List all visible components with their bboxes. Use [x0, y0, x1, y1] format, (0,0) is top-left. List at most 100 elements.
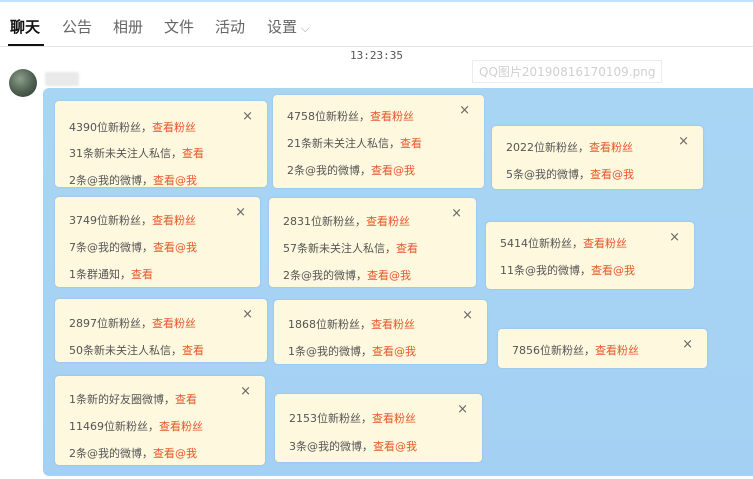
notification-row: 2条@我的微博，查看@我: [69, 172, 197, 188]
tab-announcement[interactable]: 公告: [62, 16, 92, 37]
notification-link[interactable]: 查看@我: [153, 447, 197, 460]
tab-settings-label: 设置: [267, 18, 298, 36]
close-icon[interactable]: ×: [682, 337, 693, 352]
notification-text: 1868位新粉丝，: [288, 318, 371, 331]
notification-row: 2153位新粉丝，查看粉丝: [289, 410, 416, 426]
notification-row: 2条@我的微博，查看@我: [69, 445, 197, 461]
notification-card: 3749位新粉丝，查看粉丝 7条@我的微博，查看@我 1条群通知，查看 ×: [55, 197, 260, 287]
notification-text: 57条新未关注人私信，: [283, 242, 396, 255]
close-icon[interactable]: ×: [462, 308, 473, 323]
close-icon[interactable]: ×: [459, 103, 470, 118]
chevron-down-icon: ⌵: [301, 22, 310, 35]
notification-text: 2条@我的微博，: [69, 447, 153, 460]
close-icon[interactable]: ×: [242, 307, 253, 322]
notification-link[interactable]: 查看: [182, 344, 204, 357]
notification-link[interactable]: 查看@我: [153, 241, 197, 254]
notification-link[interactable]: 查看@我: [367, 269, 411, 282]
notification-link[interactable]: 查看: [131, 268, 153, 281]
notification-link[interactable]: 查看: [182, 147, 204, 160]
notification-row: 2条@我的微博，查看@我: [287, 162, 415, 178]
notification-row: 5414位新粉丝，查看粉丝: [500, 235, 627, 251]
notification-link[interactable]: 查看@我: [590, 168, 634, 181]
notification-text: 1条群通知，: [69, 268, 131, 281]
notification-link[interactable]: 查看粉丝: [152, 121, 196, 134]
notification-link[interactable]: 查看: [400, 137, 422, 150]
notification-link[interactable]: 查看粉丝: [372, 412, 416, 425]
notification-text: 1条@我的微博，: [288, 345, 372, 358]
notification-link[interactable]: 查看粉丝: [152, 214, 196, 227]
notification-link[interactable]: 查看@我: [153, 174, 197, 187]
notification-link[interactable]: 查看粉丝: [159, 420, 203, 433]
notification-row: 1条新的好友圈微博，查看: [69, 391, 197, 407]
notification-text: 2897位新粉丝，: [69, 317, 152, 330]
notification-text: 5414位新粉丝，: [500, 237, 583, 250]
close-icon[interactable]: ×: [451, 206, 462, 221]
notification-text: 21条新未关注人私信，: [287, 137, 400, 150]
notification-card: 2022位新粉丝，查看粉丝 5条@我的微博，查看@我 ×: [492, 126, 703, 189]
notification-text: 50条新未关注人私信，: [69, 344, 182, 357]
close-icon[interactable]: ×: [240, 384, 251, 399]
notification-row: 11条@我的微博，查看@我: [500, 262, 635, 278]
notification-row: 3条@我的微博，查看@我: [289, 438, 417, 454]
notification-row: 1条群通知，查看: [69, 266, 153, 282]
notification-link[interactable]: 查看: [175, 393, 197, 406]
close-icon[interactable]: ×: [669, 230, 680, 245]
notification-link[interactable]: 查看粉丝: [371, 318, 415, 331]
notification-card: 1条新的好友圈微博，查看 11469位新粉丝，查看粉丝 2条@我的微博，查看@我 ×: [55, 376, 265, 465]
notification-row: 7856位新粉丝，查看粉丝: [512, 342, 639, 358]
image-filename-overlay: QQ图片20190816170109.png: [472, 60, 663, 83]
notification-link[interactable]: 查看粉丝: [366, 215, 410, 228]
chat-image[interactable]: 4390位新粉丝，查看粉丝 31条新未关注人私信，查看 2条@我的微博，查看@我 × 4…: [43, 88, 753, 476]
notification-text: 2条@我的微博，: [287, 164, 371, 177]
tab-files[interactable]: 文件: [164, 16, 194, 37]
notification-link[interactable]: 查看: [396, 242, 418, 255]
notification-row: 4758位新粉丝，查看粉丝: [287, 108, 414, 124]
close-icon[interactable]: ×: [235, 205, 246, 220]
notification-row: 3749位新粉丝，查看粉丝: [69, 212, 196, 228]
avatar[interactable]: [9, 69, 37, 97]
notification-text: 3条@我的微博，: [289, 440, 373, 453]
notification-link[interactable]: 查看粉丝: [370, 110, 414, 123]
close-icon[interactable]: ×: [457, 402, 468, 417]
notification-link[interactable]: 查看粉丝: [589, 141, 633, 154]
notification-text: 1条新的好友圈微博，: [69, 393, 175, 406]
notification-row: 11469位新粉丝，查看粉丝: [69, 418, 203, 434]
notification-text: 2831位新粉丝，: [283, 215, 366, 228]
notification-link[interactable]: 查看@我: [372, 345, 416, 358]
tab-activity[interactable]: 活动: [215, 16, 245, 37]
tab-settings[interactable]: 设置 ⌵: [267, 16, 309, 37]
notification-link[interactable]: 查看粉丝: [583, 237, 627, 250]
notification-card: 1868位新粉丝，查看粉丝 1条@我的微博，查看@我 ×: [274, 300, 487, 364]
notification-row: 57条新未关注人私信，查看: [283, 240, 418, 256]
notification-row: 2831位新粉丝，查看粉丝: [283, 213, 410, 229]
notification-text: 5条@我的微博，: [506, 168, 590, 181]
close-icon[interactable]: ×: [678, 134, 689, 149]
notification-link[interactable]: 查看@我: [371, 164, 415, 177]
notification-text: 2153位新粉丝，: [289, 412, 372, 425]
notification-text: 7条@我的微博，: [69, 241, 153, 254]
notification-card: 4390位新粉丝，查看粉丝 31条新未关注人私信，查看 2条@我的微博，查看@我 ×: [55, 101, 267, 187]
notification-row: 2897位新粉丝，查看粉丝: [69, 315, 196, 331]
tab-album[interactable]: 相册: [113, 16, 143, 37]
tab-bar: 聊天 公告 相册 文件 活动 设置 ⌵: [0, 2, 753, 47]
notification-link[interactable]: 查看@我: [373, 440, 417, 453]
notification-row: 5条@我的微博，查看@我: [506, 166, 634, 182]
notification-text: 2条@我的微博，: [283, 269, 367, 282]
sender-name-blurred: [45, 72, 79, 86]
close-icon[interactable]: ×: [242, 109, 253, 124]
notification-text: 4390位新粉丝，: [69, 121, 152, 134]
notification-row: 4390位新粉丝，查看粉丝: [69, 119, 196, 135]
notification-text: 11条@我的微博，: [500, 264, 591, 277]
notification-link[interactable]: 查看粉丝: [595, 344, 639, 357]
notification-card: 5414位新粉丝，查看粉丝 11条@我的微博，查看@我 ×: [486, 222, 694, 289]
notification-row: 31条新未关注人私信，查看: [69, 145, 204, 161]
tab-chat[interactable]: 聊天: [10, 16, 40, 37]
notification-card: 4758位新粉丝，查看粉丝 21条新未关注人私信，查看 2条@我的微博，查看@我 ×: [273, 95, 484, 188]
notification-row: 21条新未关注人私信，查看: [287, 135, 422, 151]
notification-link[interactable]: 查看粉丝: [152, 317, 196, 330]
notification-text: 2条@我的微博，: [69, 174, 153, 187]
notification-row: 7条@我的微博，查看@我: [69, 239, 197, 255]
notification-link[interactable]: 查看@我: [591, 264, 635, 277]
active-tab-underline: [8, 44, 44, 46]
notification-text: 3749位新粉丝，: [69, 214, 152, 227]
